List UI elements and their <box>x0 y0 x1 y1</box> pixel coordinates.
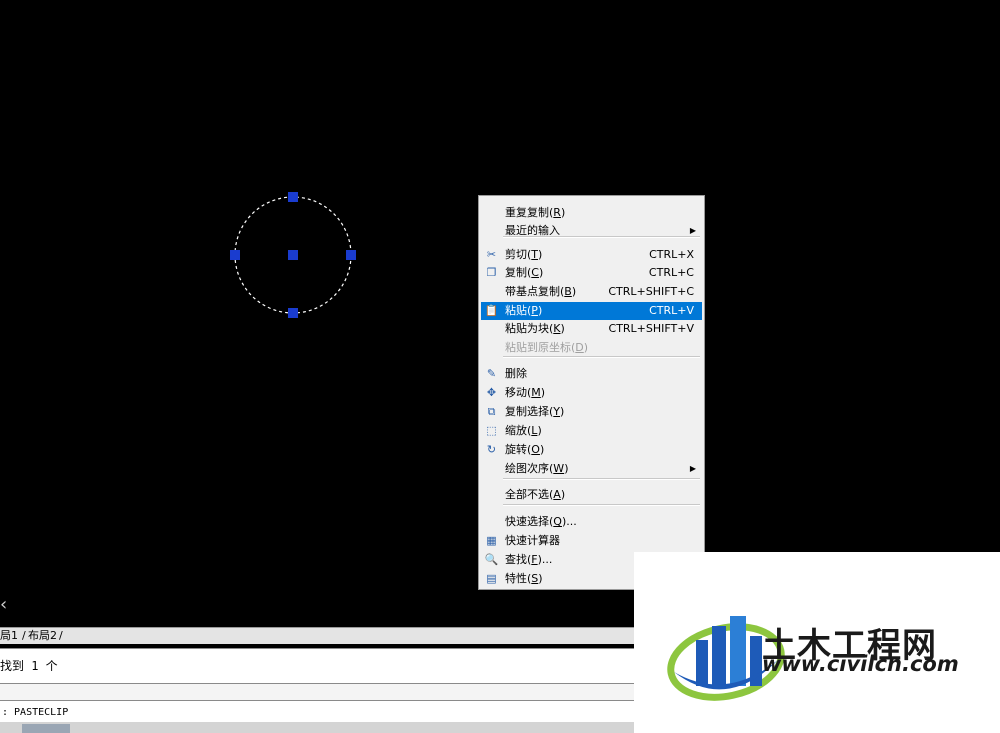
menu-accelerator-key: O <box>531 443 540 456</box>
menu-item-9[interactable]: ✥ 移动(M) <box>481 384 702 402</box>
menu-item-10[interactable]: ⧉ 复制选择(Y) <box>481 403 702 421</box>
paste-icon: 📋 <box>484 304 499 317</box>
menu-item-11[interactable]: ⬚ 缩放(L) <box>481 422 702 440</box>
watermark-url: www.civilcn.com <box>762 652 959 676</box>
menu-accelerator-key: L <box>531 424 538 437</box>
menu-item-label: 移动(M) <box>505 386 546 399</box>
menu-item-15[interactable]: 快速选择(Q)... <box>481 513 702 531</box>
layout-tab-divider: / <box>59 629 63 642</box>
menu-item-label: 带基点复制(B) <box>505 285 577 298</box>
menu-item-shortcut: CTRL+SHIFT+C <box>608 285 694 298</box>
command-line[interactable]: : PASTECLIP <box>0 700 636 723</box>
menu-item-label: 删除 <box>505 367 527 380</box>
layout-tab-strip: 局1 / 布局2 / <box>0 627 636 644</box>
command-history: 找到 1 个 <box>0 648 636 684</box>
rotate-icon: ↻ <box>486 443 497 456</box>
grip-center[interactable] <box>288 250 298 260</box>
layout-tab-2[interactable]: 布局2 <box>28 628 57 643</box>
menu-item-label: 最近的输入 <box>505 224 560 237</box>
menu-accelerator-key: Q <box>553 515 562 528</box>
menu-item-label: 全部不选(A) <box>505 488 566 501</box>
menu-item-1[interactable]: 最近的输入 ▶ <box>481 222 702 240</box>
menu-item-2[interactable]: ✂ 剪切(T) CTRL+X <box>481 246 702 264</box>
menu-accelerator-key: Y <box>553 405 561 418</box>
menu-item-label: 复制(C) <box>505 266 544 279</box>
watermark-logo: 土木工程网 www.civilcn.com <box>634 552 1000 733</box>
command-line-text: : PASTECLIP <box>2 707 69 718</box>
menu-item-8[interactable]: ✎ 删除 <box>481 365 702 383</box>
menu-accelerator-key: D <box>575 341 584 354</box>
menu-accelerator-key: K <box>553 322 561 335</box>
copy-selection-icon: ⧉ <box>487 405 496 418</box>
grip-bottom[interactable] <box>288 308 298 318</box>
menu-accelerator-key: R <box>553 206 561 219</box>
menu-item-label: 绘图次序(W) <box>505 462 569 475</box>
menu-item-label: 重复复制(R) <box>505 206 566 219</box>
menu-item-shortcut: CTRL+V <box>649 304 694 317</box>
grip-left[interactable] <box>230 250 240 260</box>
menu-item-shortcut: CTRL+SHIFT+V <box>608 322 694 335</box>
layout-tab-divider: / <box>22 629 26 642</box>
submenu-arrow-icon: ▶ <box>689 464 696 473</box>
status-indicator <box>22 724 70 733</box>
menu-accelerator-key: S <box>531 572 539 585</box>
grip-right[interactable] <box>346 250 356 260</box>
context-menu: 重复复制(R) 最近的输入 ▶ ✂ 剪切(T) CTRL+X ❐ 复制(C) CTRL+C 带基点… <box>478 195 705 590</box>
menu-item-0[interactable]: 重复复制(R) <box>481 204 702 222</box>
menu-item-label: 快速选择(Q)... <box>505 515 577 528</box>
menu-item-5[interactable]: 📋 粘贴(P) CTRL+V <box>481 302 702 320</box>
status-bar <box>0 722 636 733</box>
menu-item-shortcut: CTRL+C <box>648 266 694 279</box>
menu-item-6[interactable]: 粘贴为块(K) CTRL+SHIFT+V <box>481 320 702 338</box>
menu-item-14[interactable]: 全部不选(A) <box>481 486 702 504</box>
menu-item-label: 快速计算器 <box>505 534 560 547</box>
grip-top[interactable] <box>288 192 298 202</box>
layout-tab-1[interactable]: 局1 <box>0 628 18 643</box>
menu-item-label: 粘贴(P) <box>505 304 543 317</box>
menu-item-label: 粘贴到原坐标(D) <box>505 341 589 354</box>
scroll-left-chevron-icon[interactable]: ‹ <box>0 596 7 614</box>
menu-item-13[interactable]: 绘图次序(W) ▶ <box>481 460 702 478</box>
menu-accelerator-key: P <box>531 304 538 317</box>
menu-accelerator-key: B <box>564 285 572 298</box>
menu-accelerator-key: F <box>531 553 538 566</box>
menu-accelerator-key: C <box>531 266 539 279</box>
menu-item-label: 特性(S) <box>505 572 543 585</box>
menu-item-label: 旋转(O) <box>505 443 545 456</box>
scale-icon: ⬚ <box>486 424 497 437</box>
menu-item-7: 粘贴到原坐标(D) <box>481 339 702 357</box>
menu-separator <box>503 478 700 480</box>
menu-item-12[interactable]: ↻ 旋转(O) <box>481 441 702 459</box>
copy-icon: ❐ <box>486 266 497 279</box>
menu-item-label: 复制选择(Y) <box>505 405 565 418</box>
menu-item-4[interactable]: 带基点复制(B) CTRL+SHIFT+C <box>481 283 702 301</box>
eraser-icon: ✎ <box>486 367 497 380</box>
menu-accelerator-key: M <box>531 386 541 399</box>
menu-accelerator-key: A <box>553 488 561 501</box>
menu-separator <box>503 504 700 506</box>
menu-accelerator-key: W <box>553 462 565 475</box>
menu-item-shortcut: CTRL+X <box>649 248 694 261</box>
command-history-text: 找到 1 个 <box>0 659 58 673</box>
menu-item-3[interactable]: ❐ 复制(C) CTRL+C <box>481 264 702 282</box>
properties-icon: ▤ <box>486 572 497 585</box>
find-icon: 🔍 <box>484 553 499 566</box>
menu-accelerator-key: T <box>531 248 539 261</box>
menu-item-label: 查找(F)... <box>505 553 553 566</box>
menu-item-16[interactable]: ▦ 快速计算器 <box>481 532 702 550</box>
command-gap <box>0 684 636 700</box>
menu-item-label: 粘贴为块(K) <box>505 322 565 335</box>
menu-item-label: 剪切(T) <box>505 248 543 261</box>
menu-item-label: 缩放(L) <box>505 424 542 437</box>
move-icon: ✥ <box>486 386 497 399</box>
scissors-icon: ✂ <box>486 248 497 261</box>
submenu-arrow-icon: ▶ <box>689 226 696 235</box>
calculator-icon: ▦ <box>486 534 497 547</box>
